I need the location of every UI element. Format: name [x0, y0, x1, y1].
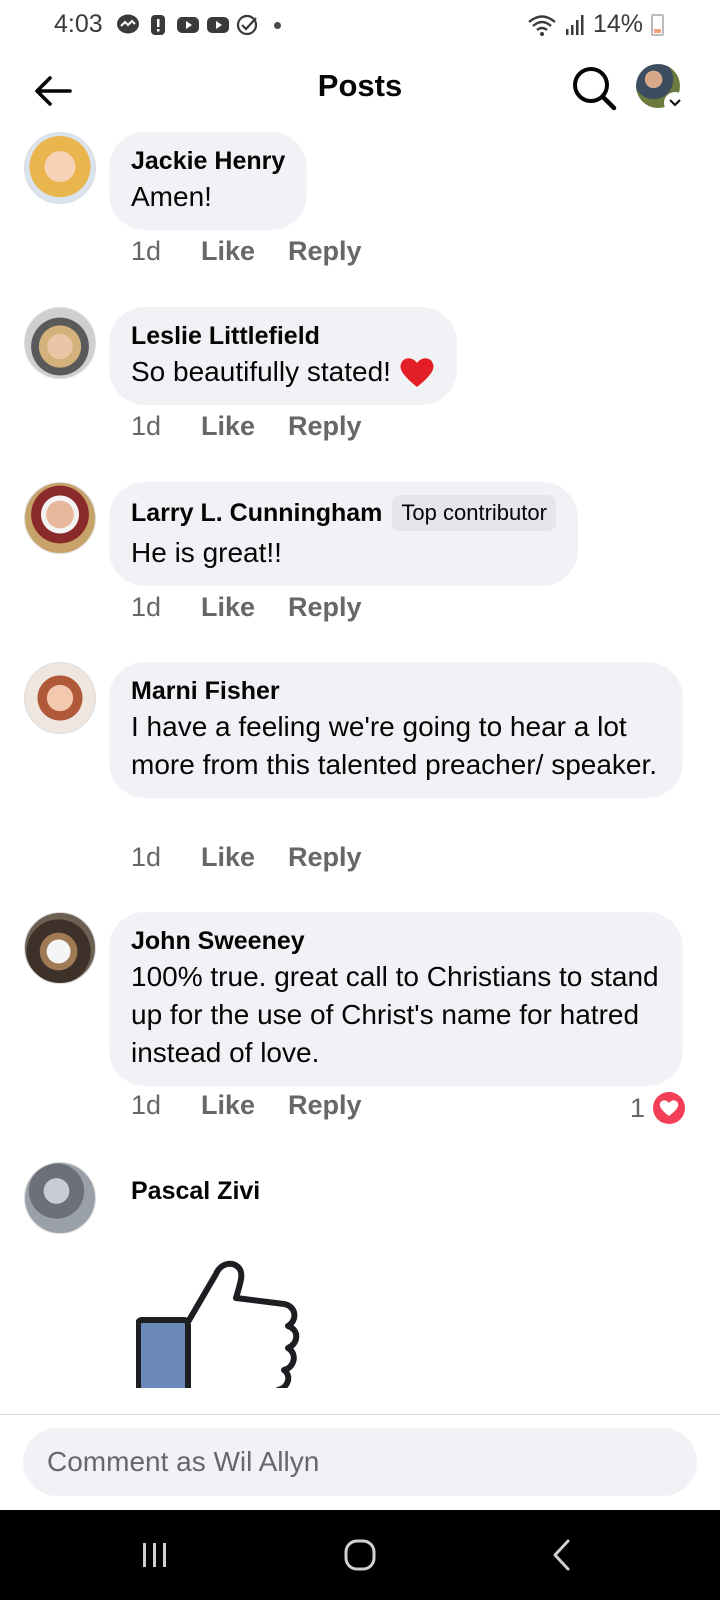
top-contributor-badge[interactable]: Top contributor — [392, 495, 556, 531]
chevron-down-icon — [664, 92, 686, 114]
status-bar: 4:03 14% — [0, 0, 720, 52]
reaction-summary[interactable]: 1 — [630, 1092, 685, 1124]
reply-button[interactable]: Reply — [288, 592, 362, 623]
avatar[interactable] — [24, 482, 96, 554]
search-button[interactable] — [570, 64, 618, 112]
avatar[interactable] — [24, 912, 96, 984]
comment-text: I have a feeling we're going to hear a l… — [131, 711, 658, 780]
signal-icon — [565, 14, 584, 35]
comment-bubble[interactable]: Jackie Henry Amen! — [109, 132, 308, 230]
system-icons: 14% — [527, 10, 664, 39]
heart-emoji-icon — [400, 358, 434, 387]
comments-list: Jackie Henry Amen! 1d Like Reply Leslie … — [0, 128, 720, 1414]
comment-text: He is great!! — [131, 537, 282, 568]
comment-bubble[interactable]: Leslie Littlefield So beautifully stated… — [109, 307, 457, 405]
top-app-bar: Posts — [0, 52, 720, 128]
love-reaction-icon — [653, 1092, 685, 1124]
chevron-left-icon — [553, 1539, 570, 1571]
youtube-icon — [177, 17, 199, 33]
comment-time[interactable]: 1d — [131, 236, 201, 267]
comment-bubble[interactable]: John Sweeney 100% true. great call to Ch… — [109, 912, 683, 1086]
battery-icon — [651, 13, 664, 36]
comment-author[interactable]: Pascal Zivi — [131, 1174, 260, 1208]
recent-apps-button[interactable] — [125, 1530, 185, 1580]
comment-author[interactable]: John Sweeney — [131, 924, 305, 958]
like-button[interactable]: Like — [201, 1090, 288, 1121]
reply-button[interactable]: Reply — [288, 411, 362, 442]
notification-icons — [116, 14, 281, 36]
reply-button[interactable]: Reply — [288, 842, 362, 873]
comment-author[interactable]: Jackie Henry — [131, 144, 285, 178]
status-time: 4:03 — [54, 10, 103, 38]
comment-author[interactable]: Larry L. Cunningham — [131, 496, 382, 530]
home-icon — [344, 1539, 376, 1571]
messenger-icon — [117, 14, 139, 34]
youtube-icon — [207, 17, 229, 33]
comment-author[interactable]: Marni Fisher — [131, 674, 280, 708]
avatar[interactable] — [24, 307, 96, 379]
like-button[interactable]: Like — [201, 411, 288, 442]
recent-apps-icon — [143, 1543, 166, 1567]
comment-actions: 1d Like Reply — [131, 1090, 362, 1121]
home-button[interactable] — [330, 1530, 390, 1580]
comment-bubble[interactable]: Marni Fisher I have a feeling we're goin… — [109, 662, 683, 798]
avatar[interactable] — [24, 1162, 96, 1234]
comment-actions: 1d Like Reply — [131, 592, 362, 623]
reply-button[interactable]: Reply — [288, 236, 362, 267]
system-nav-bar — [0, 1510, 720, 1600]
check-circle-icon — [236, 14, 258, 36]
battery-percent: 14% — [592, 10, 643, 38]
profile-menu-button[interactable] — [636, 64, 686, 114]
comment-time[interactable]: 1d — [131, 411, 201, 442]
like-button[interactable]: Like — [201, 592, 288, 623]
comment-author[interactable]: Leslie Littlefield — [131, 319, 320, 353]
thumbs-up-sticker[interactable] — [136, 1248, 306, 1388]
wifi-icon — [528, 14, 556, 36]
nav-back-button[interactable] — [532, 1530, 592, 1580]
avatar[interactable] — [24, 662, 96, 734]
comment-text-line: So beautifully stated! — [131, 353, 435, 391]
comment-actions: 1d Like Reply — [131, 236, 362, 267]
comment-text: Amen! — [131, 181, 212, 212]
reaction-count: 1 — [629, 1092, 645, 1123]
comment-composer — [0, 1414, 720, 1510]
comment-time[interactable]: 1d — [131, 592, 201, 623]
comment-bubble[interactable]: Larry L. Cunningham Top contributor He i… — [109, 482, 578, 586]
comment-time[interactable]: 1d — [131, 842, 201, 873]
comment-input[interactable] — [23, 1428, 697, 1496]
like-button[interactable]: Like — [201, 236, 288, 267]
comment-text: 100% true. great call to Christians to s… — [131, 961, 659, 1068]
reply-button[interactable]: Reply — [288, 1090, 362, 1121]
avatar[interactable] — [24, 132, 96, 204]
search-icon — [573, 67, 617, 111]
like-button[interactable]: Like — [201, 842, 288, 873]
comment-actions: 1d Like Reply — [131, 411, 362, 442]
comment-text: So beautifully stated! — [131, 356, 391, 387]
alert-icon — [151, 15, 165, 35]
comment-time[interactable]: 1d — [131, 1090, 201, 1121]
dot-icon — [274, 21, 281, 29]
comment-actions: 1d Like Reply — [131, 842, 362, 873]
